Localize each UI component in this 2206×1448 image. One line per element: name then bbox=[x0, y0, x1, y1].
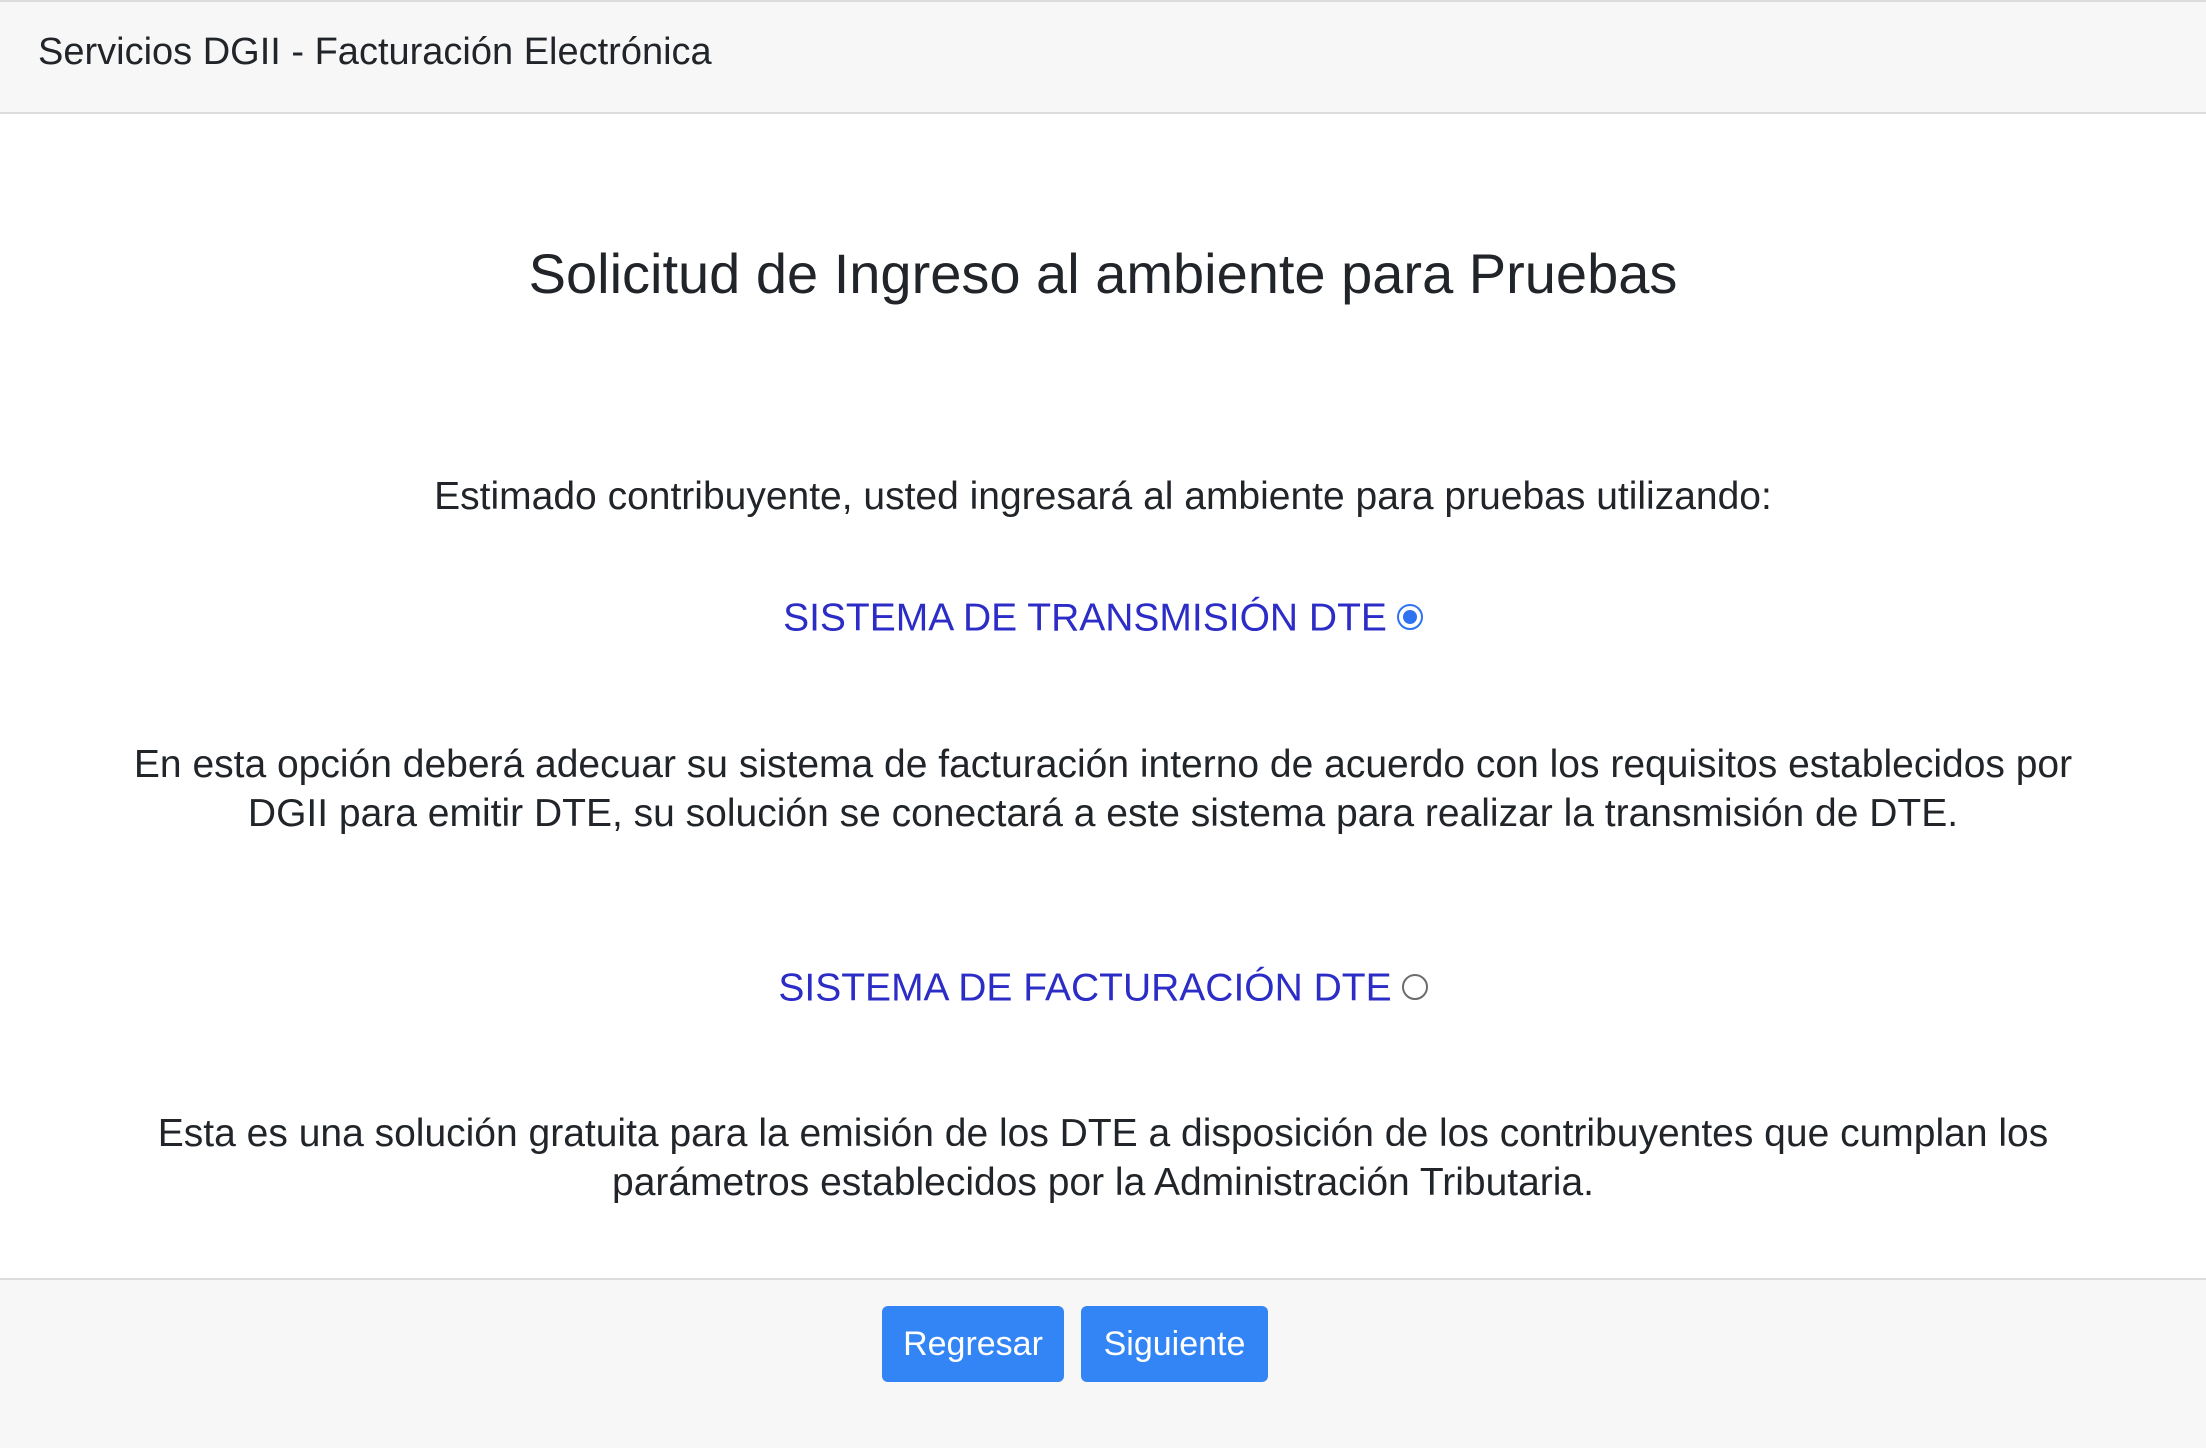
option-facturacion-label[interactable]: SISTEMA DE FACTURACIÓN DTE bbox=[778, 967, 1391, 1010]
option-facturacion-description: Esta es una solución gratuita para la em… bbox=[0, 1109, 2206, 1207]
footer-bar: Regresar Siguiente bbox=[0, 1278, 2206, 1448]
option-transmision-radio[interactable] bbox=[1396, 603, 1423, 630]
description-line: DGII para emitir DTE, su solución se con… bbox=[247, 792, 1959, 835]
description-line: En esta opción deberá adecuar su sistema… bbox=[133, 743, 2073, 786]
intro-text: Estimado contribuyente, usted ingresará … bbox=[434, 475, 1772, 518]
option-transmision[interactable]: SISTEMA DE TRANSMISIÓN DTE bbox=[0, 592, 2206, 644]
option-facturacion-radio[interactable] bbox=[1401, 973, 1428, 1000]
back-button[interactable]: Regresar bbox=[882, 1306, 1064, 1382]
page-title: Solicitud de Ingreso al ambiente para Pr… bbox=[528, 242, 1678, 305]
option-facturacion[interactable]: SISTEMA DE FACTURACIÓN DTE bbox=[0, 962, 2206, 1014]
app-header: Servicios DGII - Facturación Electrónica bbox=[0, 0, 2206, 114]
description-line: parámetros establecidos por la Administr… bbox=[612, 1161, 1594, 1204]
option-transmision-label[interactable]: SISTEMA DE TRANSMISIÓN DTE bbox=[783, 597, 1387, 640]
option-transmision-description: En esta opción deberá adecuar su sistema… bbox=[0, 740, 2206, 838]
next-button[interactable]: Siguiente bbox=[1081, 1306, 1268, 1382]
app-title: Servicios DGII - Facturación Electrónica bbox=[38, 31, 712, 73]
description-line: Esta es una solución gratuita para la em… bbox=[157, 1112, 2049, 1155]
main-content: Solicitud de Ingreso al ambiente para Pr… bbox=[0, 114, 2206, 1278]
